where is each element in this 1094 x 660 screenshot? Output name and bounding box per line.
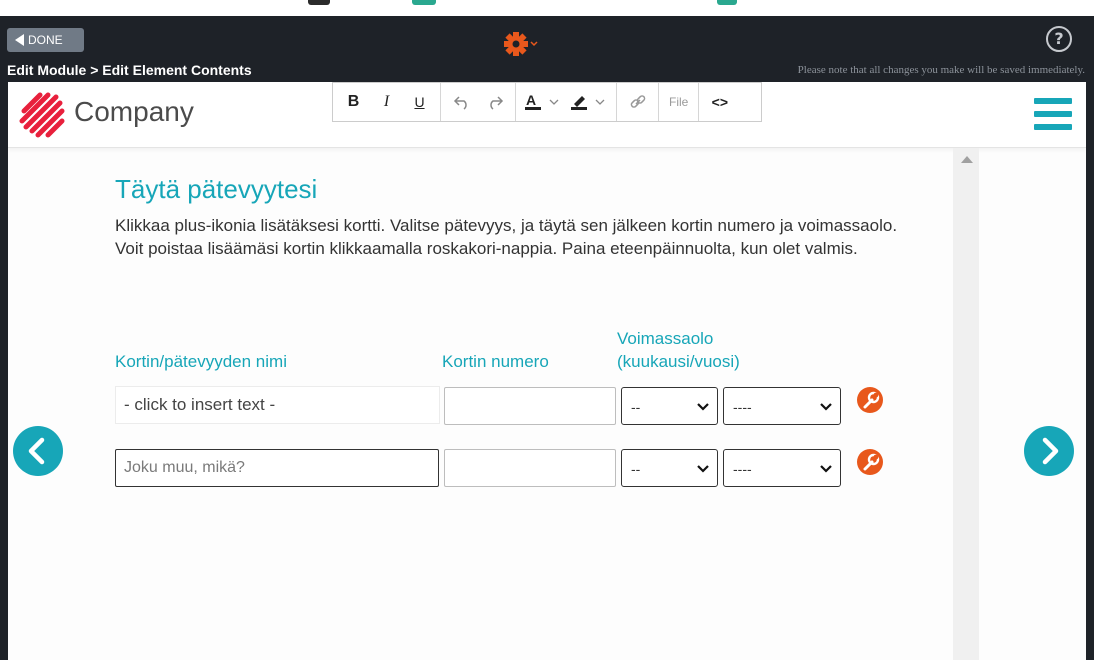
settings-gear-icon[interactable] [503, 30, 543, 58]
page-content: Täytä pätevyytesi Klikkaa plus-ikonia li… [8, 148, 1086, 660]
file-group: File [659, 83, 700, 121]
done-button[interactable]: DONE [7, 28, 84, 52]
validity-line: (kuukausi/vuosi) [617, 352, 740, 371]
italic-label: I [383, 93, 390, 110]
instruction-paragraph: Klikkaa plus-ikonia lisätäksesi kortti. … [115, 216, 898, 235]
module-preview: Company B I U A File <> Täytä pätevyytes… [8, 82, 1086, 660]
link-icon[interactable] [621, 87, 654, 117]
app-header: Company B I U A File <> [8, 82, 1086, 148]
chevron-down-icon [820, 465, 832, 473]
chevron-down-icon [697, 403, 709, 411]
save-notice: Please note that all changes you make wi… [797, 64, 1085, 76]
hamburger-menu-icon[interactable] [1034, 98, 1072, 130]
back-triangle-icon [15, 34, 24, 46]
svg-text:A: A [526, 92, 536, 108]
year-select[interactable]: ---- [723, 449, 841, 487]
hamburger-bar [1034, 111, 1072, 117]
italic-button[interactable]: I [370, 87, 403, 117]
chevron-left-icon [28, 437, 45, 465]
editor-topbar: DONE ? Edit Module > Edit Element Conten… [0, 16, 1094, 82]
delete-card-icon[interactable] [856, 448, 884, 476]
text-color-button[interactable]: A [520, 87, 566, 117]
year-select[interactable]: ---- [723, 387, 841, 425]
underline-label: U [414, 94, 425, 110]
card-name-placeholder: Joku muu, mikä? [124, 459, 245, 476]
bold-label: B [347, 93, 360, 110]
top-fragment [717, 0, 737, 5]
highlight-color-button[interactable] [566, 87, 612, 117]
delete-card-icon[interactable] [856, 386, 884, 414]
redo-icon[interactable] [478, 87, 511, 117]
link-group [617, 83, 659, 121]
scroll-up-arrow-icon[interactable] [961, 156, 973, 163]
help-button[interactable]: ? [1046, 26, 1072, 52]
file-button[interactable]: File [663, 95, 694, 109]
source-label: <> [711, 94, 729, 110]
month-select[interactable]: -- [621, 449, 718, 487]
year-value: ---- [733, 461, 752, 477]
card-name-text[interactable]: - click to insert text - [115, 386, 440, 424]
column-header-validity: Voimassaolo (kuukausi/vuosi) [617, 327, 740, 373]
card-number-input[interactable] [444, 449, 616, 487]
vertical-scrollbar[interactable] [953, 148, 979, 660]
previous-page-button[interactable] [13, 426, 63, 476]
top-fragment [412, 0, 436, 5]
source-group: <> [699, 83, 740, 121]
source-code-button[interactable]: <> [703, 87, 736, 117]
done-label: DONE [28, 33, 63, 47]
breadcrumb: Edit Module > Edit Element Contents [7, 62, 252, 78]
column-header-number: Kortin numero [442, 352, 549, 371]
instructions: Klikkaa plus-ikonia lisätäksesi kortti. … [115, 214, 915, 260]
chevron-down-icon [820, 403, 832, 411]
underline-button[interactable]: U [403, 87, 436, 117]
company-logo [19, 92, 65, 138]
instruction-paragraph: Voit poistaa lisäämäsi kortin klikkaamal… [115, 239, 858, 258]
rich-text-toolbar: B I U A File <> [332, 82, 762, 122]
chevron-down-icon [697, 465, 709, 473]
hamburger-bar [1034, 124, 1072, 130]
card-name-input[interactable]: Joku muu, mikä? [115, 449, 439, 487]
page-title: Täytä pätevyytesi [115, 174, 318, 204]
month-select[interactable]: -- [621, 387, 718, 425]
validity-line: Voimassaolo [617, 329, 714, 348]
color-group: A [516, 83, 617, 121]
month-value: -- [631, 399, 641, 415]
year-value: ---- [733, 399, 752, 415]
history-group [441, 83, 516, 121]
top-strip [0, 0, 1094, 16]
company-name: Company [74, 96, 194, 127]
month-value: -- [631, 461, 641, 477]
card-number-input[interactable] [444, 387, 616, 425]
hamburger-bar [1034, 98, 1072, 104]
format-group: B I U [333, 83, 441, 121]
undo-icon[interactable] [445, 87, 478, 117]
next-page-button[interactable] [1024, 426, 1074, 476]
chevron-right-icon [1042, 437, 1059, 465]
top-fragment [308, 0, 330, 5]
bold-button[interactable]: B [337, 87, 370, 117]
column-header-name: Kortin/pätevyyden nimi [115, 352, 287, 371]
